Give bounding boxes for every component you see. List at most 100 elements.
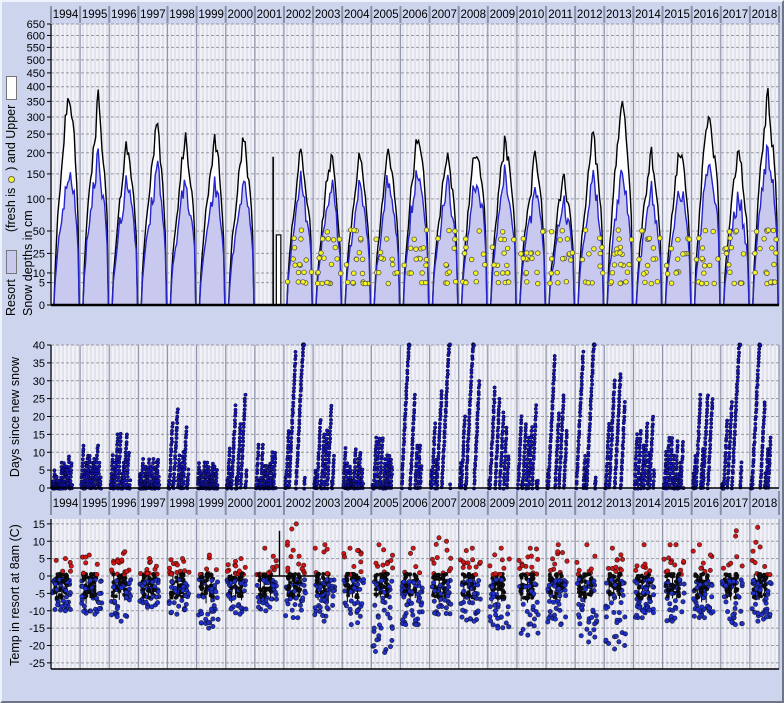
temp-dot [548,591,551,594]
temp-dot [200,581,203,584]
days-dot [207,469,210,472]
fresh-snow-dot [447,270,452,275]
temp-dot [417,571,421,575]
fresh-snow-dot [700,256,705,261]
fresh-snow-dot [462,251,467,256]
fresh-snow-dot [586,281,591,286]
days-dot [697,425,700,428]
temp-dot [551,600,555,604]
temp-dot [204,617,208,621]
days-dot [405,397,408,400]
days-dot [239,422,242,425]
temp-dot [124,596,128,600]
days-dot [410,468,413,471]
days-dot [643,464,646,467]
days-dot [119,436,122,439]
days-dot [465,476,468,479]
days-dot [437,451,440,454]
temp-dot [500,558,504,562]
days-dot [522,462,525,465]
days-dot [733,440,736,443]
temp-dot [95,562,99,566]
days-dot [505,426,508,429]
days-dot [438,439,441,442]
days-dot [168,483,171,486]
days-dot [492,398,495,401]
days-dot [156,458,159,461]
temp-dot [204,579,207,582]
days-dot [438,433,441,436]
temp-dot [184,602,188,606]
days-dot [175,436,178,439]
fresh-snow-dot [423,280,428,285]
days-dot [525,465,528,468]
temp-dot [288,572,291,575]
fresh-snow-dot [506,280,511,285]
days-dot [257,443,260,446]
days-dot [358,465,361,468]
days-dot [460,480,463,483]
days-dot [547,472,550,475]
days-dot [619,383,622,386]
days-dot [547,483,550,486]
days-dot [140,471,143,474]
days-dot [614,476,617,479]
days-dot [185,426,188,429]
days-dot [580,393,583,396]
temp-dot [449,556,453,560]
days-dot [401,462,404,465]
temp-dot [349,599,353,603]
days-dot [404,401,407,404]
days-dot [533,447,536,450]
days-dot [652,469,655,472]
temp-dot [499,595,502,598]
days-dot [70,462,73,465]
days-dot [756,369,759,372]
fresh-snow-dot [565,237,570,242]
temp-dot [414,564,418,568]
temp-dot [68,569,72,573]
days-dot [609,451,612,454]
temp-dot [403,590,406,593]
days-dot [379,465,382,468]
days-dot [729,422,732,425]
days-dot [99,480,102,483]
temp-dot [82,578,85,581]
fresh-snow-dot [331,238,336,243]
fresh-snow-dot [386,281,391,286]
temp-dot [575,581,579,585]
temp-min-dot [119,619,123,623]
days-dot [206,461,209,464]
temp-dot [620,557,624,561]
days-dot [489,483,492,486]
temp-dot [493,572,497,576]
fresh-snow-dot [329,262,334,267]
days-dot [615,458,618,461]
temp-dot [290,527,294,531]
temp-dot [283,614,287,618]
temp-dot [53,607,57,611]
days-dot [634,468,637,471]
days-dot [639,429,642,432]
temp-dot [358,614,362,618]
days-dot [300,369,303,372]
days-dot [588,433,591,436]
days-dot [768,454,771,457]
days-dot [611,419,614,422]
temp-dot [594,613,598,617]
days-dot [768,468,771,471]
days-dot [473,475,476,478]
days-dot [591,362,594,365]
days-dot [405,382,408,385]
temp-min-dot [559,622,563,626]
temp-dot [554,596,557,599]
temp-max-dot [556,543,560,547]
days-dot [228,454,231,457]
fresh-snow-dot [521,236,526,241]
days-dot [762,422,765,425]
days-dot [702,473,705,476]
days-dot [586,472,589,475]
days-dot [754,422,757,425]
days-dot [535,404,538,407]
days-dot [316,462,319,465]
